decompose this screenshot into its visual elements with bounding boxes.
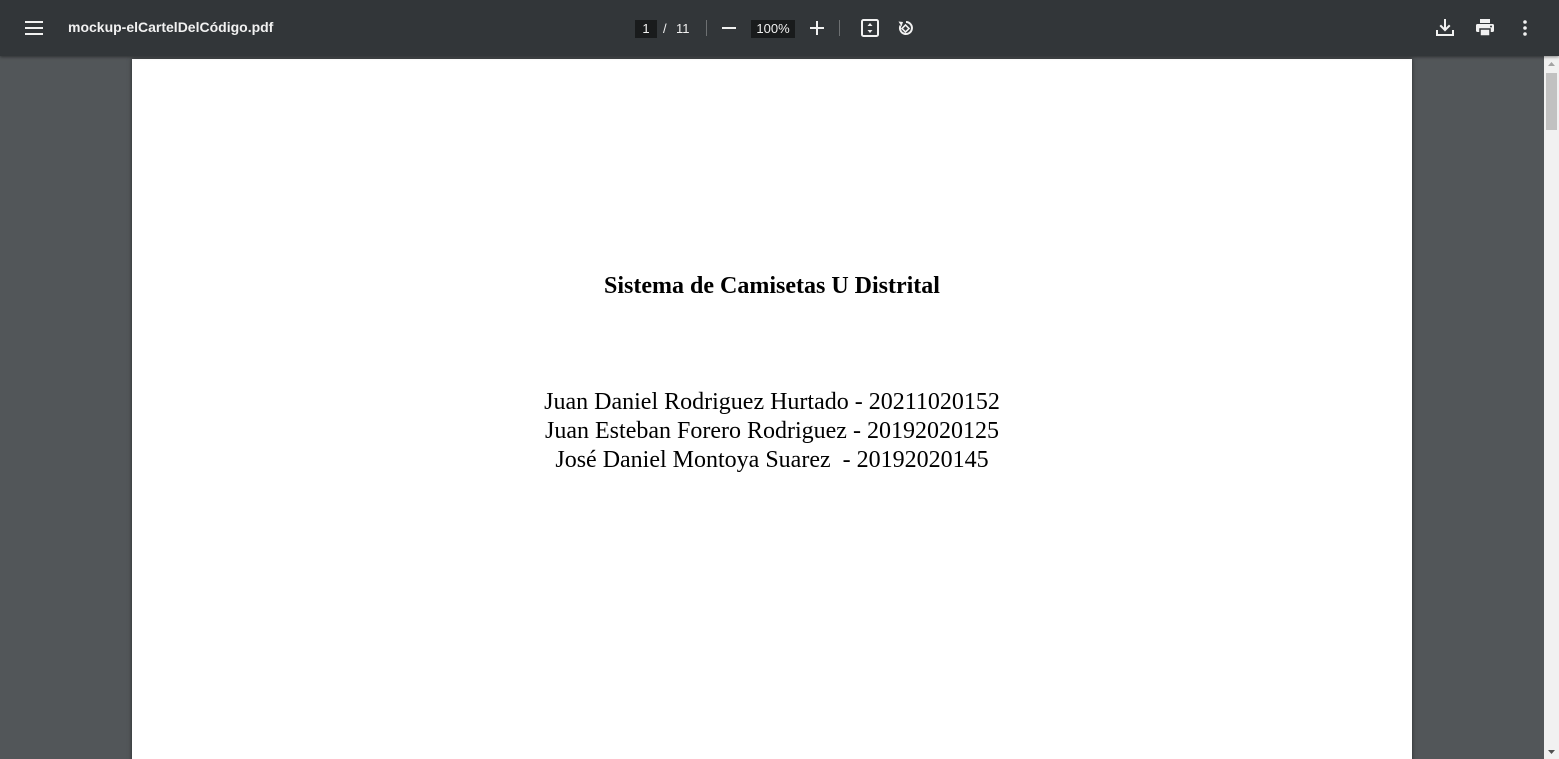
zoom-out-button[interactable] — [713, 12, 745, 44]
author-line: José Daniel Montoya Suarez - 20192020145 — [555, 447, 989, 473]
download-icon — [1436, 19, 1454, 36]
author-line: Juan Daniel Rodriguez Hurtado - 20211020… — [544, 389, 1000, 415]
minus-icon — [722, 27, 736, 29]
more-vertical-icon — [1523, 20, 1527, 36]
print-icon — [1476, 19, 1494, 37]
fit-to-page-button[interactable] — [854, 12, 886, 44]
menu-icon[interactable] — [18, 12, 50, 44]
zoom-input[interactable] — [751, 20, 795, 38]
zoom-in-button[interactable] — [801, 12, 833, 44]
scroll-up-arrow[interactable] — [1544, 56, 1559, 71]
print-button[interactable] — [1469, 12, 1501, 44]
pdf-toolbar: mockup-elCartelDelCódigo.pdf / 11 — [0, 0, 1559, 56]
scrollbar-thumb[interactable] — [1546, 73, 1557, 130]
plus-icon — [810, 21, 824, 35]
vertical-scrollbar[interactable] — [1544, 56, 1559, 759]
author-line: Juan Esteban Forero Rodriguez - 20192020… — [545, 418, 999, 444]
total-pages: 11 — [676, 21, 690, 36]
author-list: Juan Daniel Rodriguez Hurtado - 20211020… — [132, 388, 1412, 475]
more-options-button[interactable] — [1509, 12, 1541, 44]
pdf-viewer[interactable]: Sistema de Camisetas U Distrital Juan Da… — [0, 56, 1544, 759]
scroll-down-arrow[interactable] — [1544, 744, 1559, 759]
file-title: mockup-elCartelDelCódigo.pdf — [68, 19, 274, 35]
fit-to-page-icon — [861, 19, 879, 37]
toolbar-divider — [706, 20, 707, 36]
page-number-input[interactable] — [635, 20, 657, 38]
pdf-page: Sistema de Camisetas U Distrital Juan Da… — [132, 59, 1412, 759]
rotate-counterclockwise-icon — [898, 21, 913, 35]
rotate-button[interactable] — [890, 12, 922, 44]
download-button[interactable] — [1429, 12, 1461, 44]
toolbar-divider — [839, 20, 840, 36]
page-separator: / — [663, 21, 667, 36]
document-title: Sistema de Camisetas U Distrital — [604, 273, 940, 299]
